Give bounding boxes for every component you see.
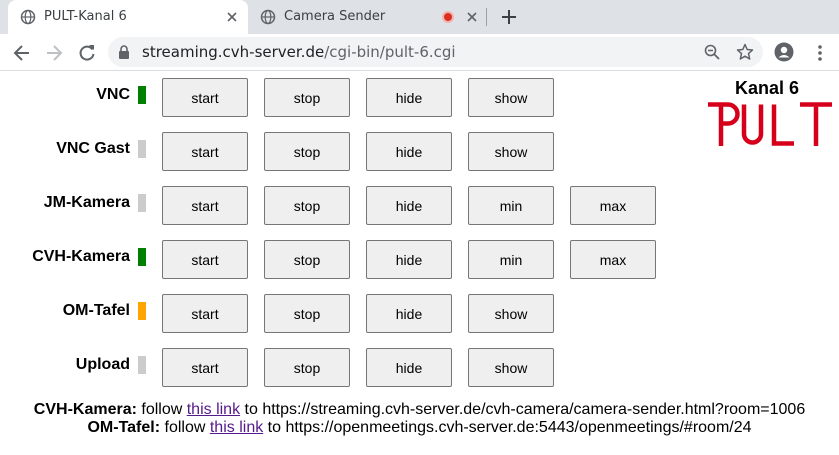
row-label-vnc-gast: VNC Gast: [56, 140, 130, 157]
cvh-kamera-min-button[interactable]: min: [468, 240, 554, 279]
vnc-gast-hide-button[interactable]: hide: [366, 132, 452, 171]
om-tafel-hide-button[interactable]: hide: [366, 294, 452, 333]
footer-label: CVH-Kamera:: [33, 401, 137, 418]
globe-icon: [20, 9, 36, 25]
reload-icon[interactable]: [77, 43, 97, 63]
tab-strip: PULT-Kanal 6 Camera Sender: [0, 0, 839, 34]
row-label-cvh-kamera: CVH-Kamera: [32, 248, 130, 265]
footer-line-cvh-kamera: CVH-Kamera: follow this link to https://…: [0, 401, 839, 419]
jm-kamera-min-button[interactable]: min: [468, 186, 554, 225]
vnc-show-button[interactable]: show: [468, 78, 554, 117]
close-tab-icon[interactable]: [224, 9, 240, 25]
row-label-om-tafel: OM-Tafel: [62, 302, 130, 319]
status-indicator-vnc: [138, 86, 146, 104]
footer-text: to https://streaming.cvh-server.de/cvh-c…: [240, 401, 806, 418]
vnc-gast-stop-button[interactable]: stop: [264, 132, 350, 171]
tab-pult-kanal-6[interactable]: PULT-Kanal 6: [8, 0, 248, 34]
url-text[interactable]: streaming.cvh-server.de/cgi-bin/pult-6.c…: [142, 44, 456, 60]
cvh-kamera-stop-button[interactable]: stop: [264, 240, 350, 279]
status-indicator-upload: [138, 356, 146, 374]
url-host: streaming.cvh-server.de: [142, 43, 325, 61]
footer-text: follow: [160, 419, 210, 436]
status-indicator-cvh-kamera: [138, 248, 146, 266]
back-arrow-icon[interactable]: [12, 43, 32, 63]
tab-separator: [486, 8, 487, 26]
jm-kamera-start-button[interactable]: start: [162, 186, 248, 225]
cvh-kamera-hide-button[interactable]: hide: [366, 240, 452, 279]
logo-stroke: [741, 104, 764, 145]
footer-label: OM-Tafel:: [87, 419, 161, 436]
row-label-upload: Upload: [75, 356, 130, 373]
vnc-gast-show-button[interactable]: show: [468, 132, 554, 171]
tab-camera-sender[interactable]: Camera Sender: [248, 0, 488, 34]
tab-title: Camera Sender: [284, 9, 386, 24]
pult-logo: [708, 102, 832, 146]
om-tafel-start-button[interactable]: start: [162, 294, 248, 333]
upload-show-button[interactable]: show: [468, 348, 554, 387]
jm-kamera-hide-button[interactable]: hide: [366, 186, 452, 225]
recording-indicator-icon: [442, 11, 454, 23]
url-path: /cgi-bin/pult-6.cgi: [324, 43, 456, 61]
om-tafel-link[interactable]: this link: [210, 419, 263, 436]
bookmark-star-icon[interactable]: [736, 43, 754, 61]
profile-avatar-icon[interactable]: [774, 42, 794, 62]
footer-text: to https://openmeetings.cvh-server.de:54…: [263, 419, 752, 436]
cvh-kamera-max-button[interactable]: max: [570, 240, 656, 279]
upload-hide-button[interactable]: hide: [366, 348, 452, 387]
address-bar[interactable]: streaming.cvh-server.de/cgi-bin/pult-6.c…: [108, 37, 763, 67]
vnc-hide-button[interactable]: hide: [366, 78, 452, 117]
vnc-start-button[interactable]: start: [162, 78, 248, 117]
forward-arrow-icon[interactable]: [44, 43, 64, 63]
status-indicator-vnc-gast: [138, 140, 146, 158]
status-indicator-om-tafel: [138, 302, 146, 320]
channel-title: Kanal 6: [735, 78, 800, 98]
lock-icon[interactable]: [118, 45, 130, 59]
browser-toolbar: streaming.cvh-server.de/cgi-bin/pult-6.c…: [0, 34, 839, 71]
vnc-gast-start-button[interactable]: start: [162, 132, 248, 171]
footer-line-om-tafel: OM-Tafel: follow this link to https://op…: [0, 419, 839, 437]
cvh-kamera-start-button[interactable]: start: [162, 240, 248, 279]
logo-stroke: [771, 104, 794, 146]
tab-title: PULT-Kanal 6: [44, 9, 127, 24]
row-label-jm-kamera: JM-Kamera: [43, 194, 130, 211]
om-tafel-stop-button[interactable]: stop: [264, 294, 350, 333]
jm-kamera-stop-button[interactable]: stop: [264, 186, 350, 225]
upload-stop-button[interactable]: stop: [264, 348, 350, 387]
upload-start-button[interactable]: start: [162, 348, 248, 387]
vnc-stop-button[interactable]: stop: [264, 78, 350, 117]
status-indicator-jm-kamera: [138, 194, 146, 212]
new-tab-icon[interactable]: [498, 6, 520, 28]
zoom-out-icon[interactable]: [704, 44, 720, 60]
footer-text: follow: [136, 401, 187, 418]
cvh-kamera-link[interactable]: this link: [187, 401, 240, 418]
globe-icon: [260, 9, 276, 25]
menu-dots-icon[interactable]: [810, 43, 830, 63]
om-tafel-show-button[interactable]: show: [468, 294, 554, 333]
row-label-vnc: VNC: [96, 86, 130, 103]
jm-kamera-max-button[interactable]: max: [570, 186, 656, 225]
close-tab-icon[interactable]: [464, 9, 480, 25]
